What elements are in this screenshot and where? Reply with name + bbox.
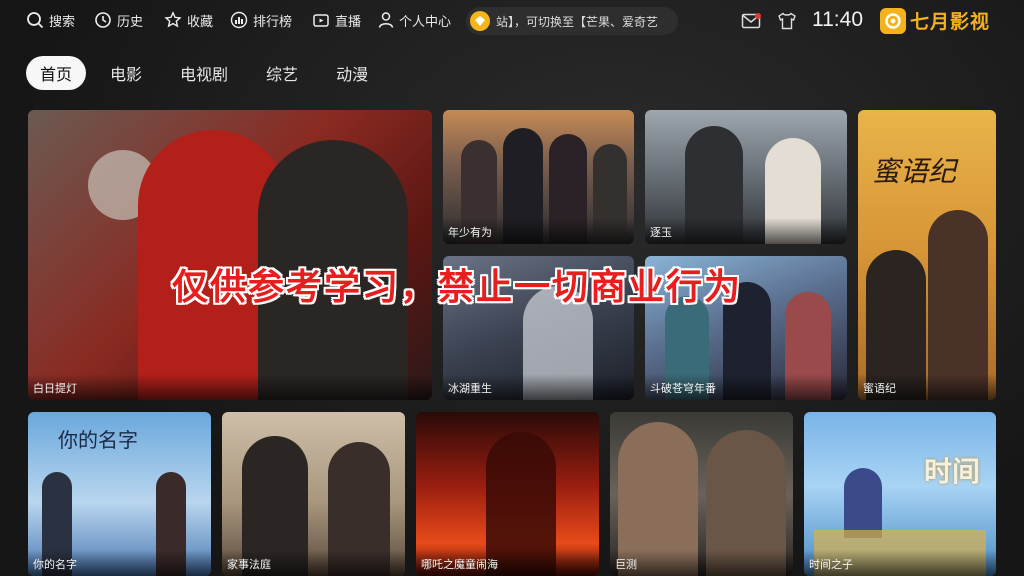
- poster-card[interactable]: 哪吒之魔童闹海: [416, 412, 599, 576]
- star-icon: [164, 11, 182, 28]
- search-icon: [27, 12, 44, 29]
- card-title: 蜜语纪: [858, 374, 996, 400]
- nav-history-label: 历史: [117, 14, 144, 30]
- history-icon: [95, 12, 111, 28]
- tab-home[interactable]: 首页: [26, 56, 87, 90]
- tab-anime[interactable]: 动漫: [322, 56, 382, 90]
- announcement-marquee[interactable]: 站】，可切换至【芒果、爱奇艺: [466, 7, 678, 35]
- featured-card-tall[interactable]: 蜜语纪 蜜语纪: [858, 110, 996, 400]
- nav-live[interactable]: 直播: [312, 8, 361, 32]
- tab-variety[interactable]: 综艺: [252, 56, 312, 90]
- tab-movies[interactable]: 电影: [96, 56, 156, 90]
- card-title: 家事法庭: [222, 550, 405, 576]
- poster-title-art: 蜜语纪: [872, 155, 957, 188]
- category-tabs: 首页 电影 电视剧 综艺 动漫: [26, 56, 382, 90]
- card-title: 斗破苍穹年番: [645, 374, 847, 400]
- ranking-icon: [230, 11, 248, 29]
- poster-title-art: 时间: [924, 455, 981, 488]
- card-title: 哪吒之魔童闹海: [416, 550, 599, 576]
- diamond-icon: [470, 11, 490, 31]
- nav-history[interactable]: 历史: [94, 8, 143, 32]
- nav-ranking-label: 排行榜: [253, 14, 293, 30]
- user-icon: [378, 12, 394, 28]
- featured-card-main[interactable]: 白日提灯: [28, 110, 432, 400]
- card-title: 逐玉: [645, 218, 847, 244]
- poster-card[interactable]: 家事法庭: [222, 412, 405, 576]
- card-title: 你的名字: [28, 550, 211, 576]
- brand: 七月影视: [880, 7, 990, 34]
- shirt-icon: [778, 12, 796, 30]
- clock: 11:40: [812, 8, 863, 31]
- nav-ranking[interactable]: 排行榜: [230, 8, 292, 32]
- nav-search[interactable]: 搜索: [26, 8, 75, 32]
- poster-card[interactable]: 你的名字 你的名字: [28, 412, 211, 576]
- nav-profile[interactable]: 个人中心: [378, 8, 451, 32]
- brand-name: 七月影视: [910, 11, 991, 33]
- nav-favorites-label: 收藏: [187, 14, 214, 30]
- tab-tv-series[interactable]: 电视剧: [166, 56, 242, 90]
- nav-search-label: 搜索: [49, 14, 76, 30]
- featured-card[interactable]: 逐玉: [645, 110, 847, 244]
- poster-card[interactable]: 巨测: [610, 412, 793, 576]
- message-button[interactable]: [740, 10, 762, 32]
- nav-favorites[interactable]: 收藏: [164, 8, 213, 32]
- featured-card[interactable]: 年少有为: [443, 110, 634, 244]
- nav-profile-label: 个人中心: [399, 14, 452, 30]
- card-title: 巨测: [610, 550, 793, 576]
- poster-card[interactable]: 时间 时间之子: [804, 412, 996, 576]
- nav-live-label: 直播: [335, 14, 362, 30]
- disclaimer-watermark: 仅供参考学习，禁止一切商业行为: [172, 267, 743, 308]
- brand-logo-icon: [880, 7, 906, 34]
- card-title: 年少有为: [443, 218, 634, 244]
- card-title: 冰湖重生: [443, 374, 634, 400]
- poster-figure: [844, 468, 882, 538]
- skin-button[interactable]: [776, 10, 798, 32]
- top-bar: 搜索 历史 收藏 排行榜 直播 个人中心 站】，可切换至【芒果、爱奇艺 11:4…: [0, 0, 1024, 42]
- announcement-text: 站】，可切换至【芒果、爱奇艺: [496, 14, 659, 29]
- poster-title-art: 你的名字: [58, 428, 138, 452]
- tv-icon: [313, 14, 329, 27]
- card-title: 时间之子: [804, 550, 996, 576]
- poster-figure: [928, 210, 988, 400]
- card-title: 白日提灯: [28, 374, 432, 400]
- mail-icon: [741, 13, 761, 29]
